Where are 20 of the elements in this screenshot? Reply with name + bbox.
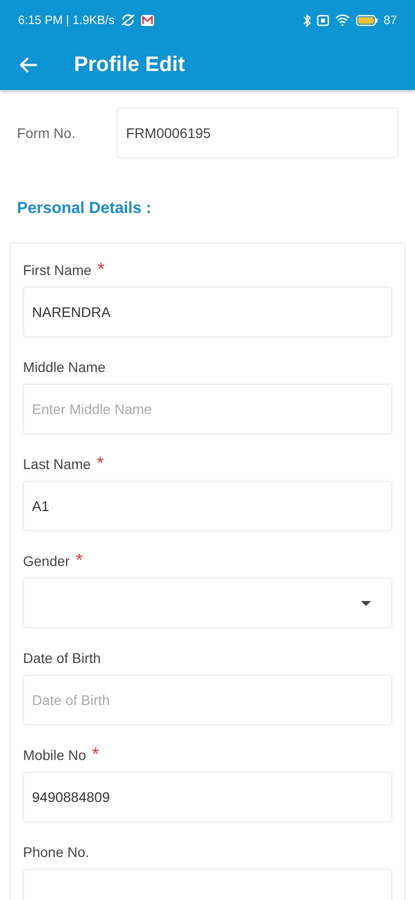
battery-percent: 87: [384, 13, 397, 27]
status-time: 6:15 PM | 1.9KB/s: [18, 13, 114, 27]
required-mark: *: [97, 262, 104, 276]
section-title: Personal Details :: [17, 200, 152, 218]
field-label: Mobile No: [23, 747, 86, 763]
input-field[interactable]: NARENDRA: [23, 287, 392, 337]
field-label: Form No.: [17, 125, 76, 141]
input-field[interactable]: 9490884809: [23, 772, 392, 822]
field-label: Last Name: [23, 456, 91, 472]
required-mark: *: [76, 553, 83, 567]
screen-title: Profile Edit: [74, 53, 185, 77]
required-mark: *: [96, 456, 104, 470]
field-label: First Name: [23, 262, 92, 278]
field-label: Phone No.: [23, 844, 90, 860]
field-label: Date of Birth: [23, 650, 101, 666]
required-mark: *: [92, 747, 100, 761]
field-label: Gender: [23, 553, 70, 569]
field-label: Middle Name: [23, 359, 106, 375]
input-field[interactable]: A1: [23, 481, 392, 531]
input-field[interactable]: FRM0006195: [117, 108, 398, 158]
